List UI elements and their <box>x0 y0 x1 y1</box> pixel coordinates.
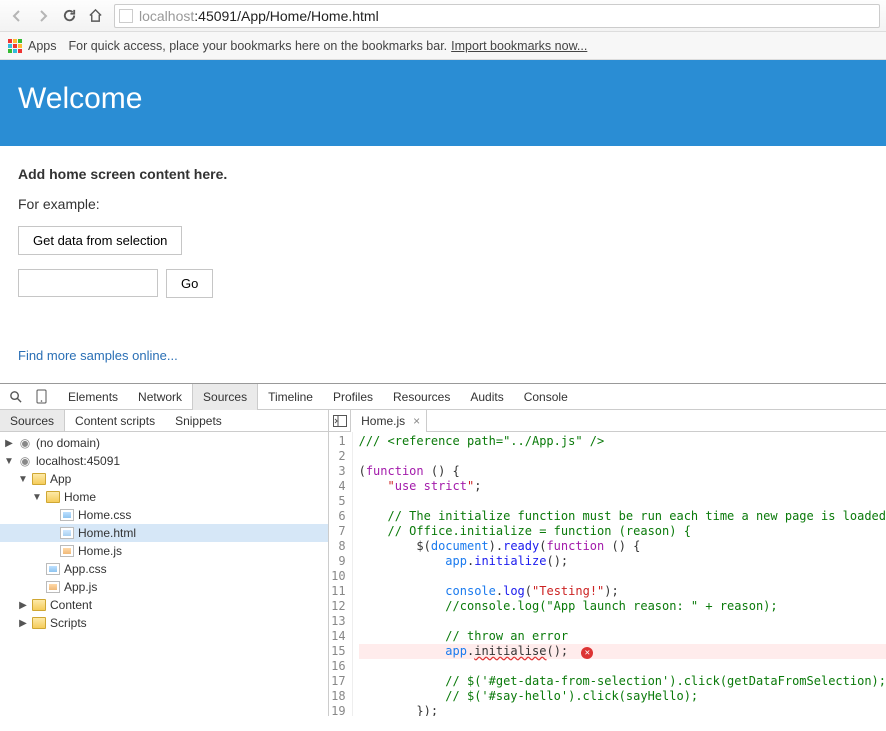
back-button[interactable] <box>6 5 28 27</box>
navigator-toggle-icon[interactable] <box>329 410 351 432</box>
forward-button[interactable] <box>32 5 54 27</box>
tree-app-css[interactable]: App.css <box>0 560 328 578</box>
text-input[interactable] <box>18 269 158 297</box>
page-title: Welcome <box>18 82 868 116</box>
device-icon[interactable] <box>32 388 50 406</box>
tree-home-js[interactable]: Home.js <box>0 542 328 560</box>
error-icon: ✕ <box>581 647 593 659</box>
devtools-tab-resources[interactable]: Resources <box>383 384 460 410</box>
devtools-tab-timeline[interactable]: Timeline <box>258 384 323 410</box>
line-gutter: 123456789101112131415161718192021 <box>329 432 352 716</box>
instruction-text: Add home screen content here. <box>18 166 868 182</box>
devtools-tab-console[interactable]: Console <box>514 384 578 410</box>
address-bar[interactable]: localhost:45091/App/Home/Home.html <box>114 4 880 28</box>
devtools-tab-audits[interactable]: Audits <box>460 384 513 410</box>
bookmarks-hint: For quick access, place your bookmarks h… <box>69 39 448 53</box>
tree-home-folder[interactable]: ▼Home <box>0 488 328 506</box>
sources-subtab-content-scripts[interactable]: Content scripts <box>65 410 165 431</box>
sources-subtab-snippets[interactable]: Snippets <box>165 410 232 431</box>
devtools-tab-profiles[interactable]: Profiles <box>323 384 383 410</box>
get-data-button[interactable]: Get data from selection <box>18 226 182 255</box>
close-icon[interactable]: × <box>413 414 420 428</box>
tree-home-css[interactable]: Home.css <box>0 506 328 524</box>
import-bookmarks-link[interactable]: Import bookmarks now... <box>451 39 587 53</box>
example-label: For example: <box>18 196 868 212</box>
tree-content-folder[interactable]: ▶Content <box>0 596 328 614</box>
devtools-tab-elements[interactable]: Elements <box>58 384 128 410</box>
tree-app-folder[interactable]: ▼App <box>0 470 328 488</box>
url-text: localhost:45091/App/Home/Home.html <box>139 8 379 24</box>
home-button[interactable] <box>84 5 106 27</box>
tree-home-html[interactable]: Home.html <box>0 524 328 542</box>
devtools-tab-network[interactable]: Network <box>128 384 192 410</box>
page-icon <box>119 9 133 23</box>
tree-app-js[interactable]: App.js <box>0 578 328 596</box>
samples-link[interactable]: Find more samples online... <box>18 348 178 363</box>
editor-tab-label: Home.js <box>361 414 405 428</box>
code-content[interactable]: /// <reference path="../App.js" /> (func… <box>353 432 886 716</box>
tree-host[interactable]: ▼◉localhost:45091 <box>0 452 328 470</box>
devtools-tab-sources[interactable]: Sources <box>192 384 258 410</box>
go-button[interactable]: Go <box>166 269 213 298</box>
reload-button[interactable] <box>58 5 80 27</box>
sources-subtab-sources[interactable]: Sources <box>0 410 65 431</box>
apps-icon[interactable] <box>8 39 22 53</box>
tree-no-domain[interactable]: ▶◉(no domain) <box>0 434 328 452</box>
search-icon[interactable] <box>6 388 24 406</box>
editor-tab-home-js[interactable]: Home.js × <box>351 410 427 432</box>
tree-scripts-folder[interactable]: ▶Scripts <box>0 614 328 632</box>
apps-label[interactable]: Apps <box>28 39 57 53</box>
